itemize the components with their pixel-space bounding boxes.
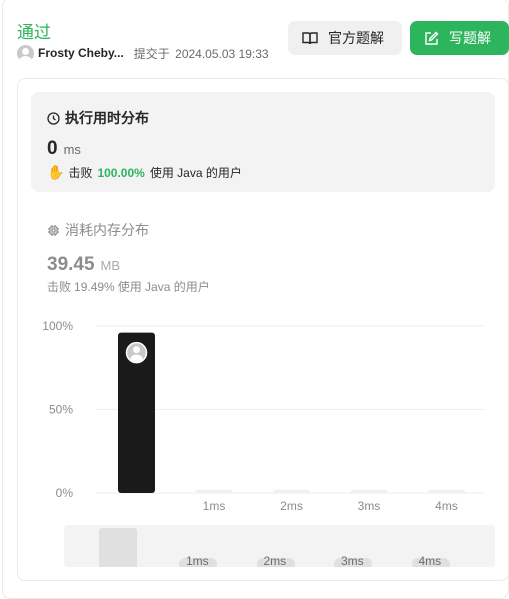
chip-icon xyxy=(48,224,59,236)
memory-unit: MB xyxy=(100,258,121,273)
write-solution-button[interactable]: 写题解 xyxy=(410,21,509,55)
memory-title[interactable]: 消耗内存分布 xyxy=(47,220,149,240)
runtime-title-text: 执行用时分布 xyxy=(65,110,149,126)
memory-title-text: 消耗内存分布 xyxy=(65,222,149,238)
my-submission-avatar-icon xyxy=(125,341,148,364)
navigator-label: 1ms xyxy=(186,554,209,567)
submitted-time: 提交于 2024.05.03 19:33 xyxy=(134,45,269,62)
y-tick-label: 50% xyxy=(49,403,73,417)
runtime-value: 0 ms xyxy=(47,138,81,160)
memory-value: 39.45 MB xyxy=(47,254,120,276)
runtime-beats-label: 击败 xyxy=(68,166,93,180)
memory-number: 39.45 xyxy=(47,254,95,275)
clock-icon xyxy=(47,111,60,125)
chart-bar[interactable] xyxy=(350,489,388,493)
navigator-label: 2ms xyxy=(263,554,287,567)
runtime-beats: ✋ 击败 100.00% 使用 Java 的用户 xyxy=(47,164,242,181)
x-tick-label: 2ms xyxy=(280,499,303,513)
submitted-label: 提交于 xyxy=(133,46,170,61)
y-tick-label: 0% xyxy=(56,486,74,500)
runtime-number: 0 xyxy=(47,138,58,159)
chart-bar[interactable] xyxy=(273,489,310,493)
x-tick-label: 3ms xyxy=(358,499,381,513)
memory-beats: 击败 19.49% 使用 Java 的用户 xyxy=(47,278,210,295)
clap-hand-icon: ✋ xyxy=(47,164,65,180)
memory-beats-percent: 19.49% xyxy=(74,280,115,294)
submitted-date: 2024.05.03 19:33 xyxy=(175,46,269,61)
navigator-handle[interactable] xyxy=(99,528,137,567)
username-link[interactable]: Frosty Cheby... xyxy=(38,46,124,60)
x-tick-label: 1ms xyxy=(203,499,226,513)
memory-beats-label: 击败 xyxy=(47,280,72,294)
write-solution-label: 写题解 xyxy=(449,30,491,46)
official-solution-label: 官方题解 xyxy=(328,30,384,46)
runtime-beats-percent: 100.00% xyxy=(97,165,145,180)
navigator-label: 3ms xyxy=(341,554,364,567)
chart-bar[interactable] xyxy=(428,489,465,493)
navigator-label: 4ms xyxy=(418,554,442,567)
chart-range-navigator[interactable]: 1ms 2ms 3ms 4ms xyxy=(64,525,495,567)
official-solution-button[interactable]: 官方题解 xyxy=(288,21,402,55)
runtime-title: 执行用时分布 xyxy=(47,108,149,128)
runtime-distribution-chart[interactable]: 0% 50% 100% 1ms 2ms 3ms 4ms xyxy=(31,310,501,520)
submission-meta: Frosty Cheby... 提交于 2024.05.03 19:33 xyxy=(17,44,269,62)
user-avatar[interactable] xyxy=(17,44,34,62)
edit-icon xyxy=(425,31,439,45)
memory-users-text: 使用 Java 的用户 xyxy=(117,280,210,294)
x-tick-label: 4ms xyxy=(435,499,458,513)
y-tick-label: 100% xyxy=(42,319,73,333)
submission-status: 通过 xyxy=(17,23,51,42)
runtime-unit: ms xyxy=(63,142,81,157)
book-icon xyxy=(302,32,318,45)
chart-bar[interactable] xyxy=(195,489,233,493)
runtime-panel[interactable]: 执行用时分布 0 ms ✋ 击败 100.00% 使用 Java 的用户 xyxy=(31,92,495,192)
runtime-users-text: 使用 Java 的用户 xyxy=(149,166,242,180)
